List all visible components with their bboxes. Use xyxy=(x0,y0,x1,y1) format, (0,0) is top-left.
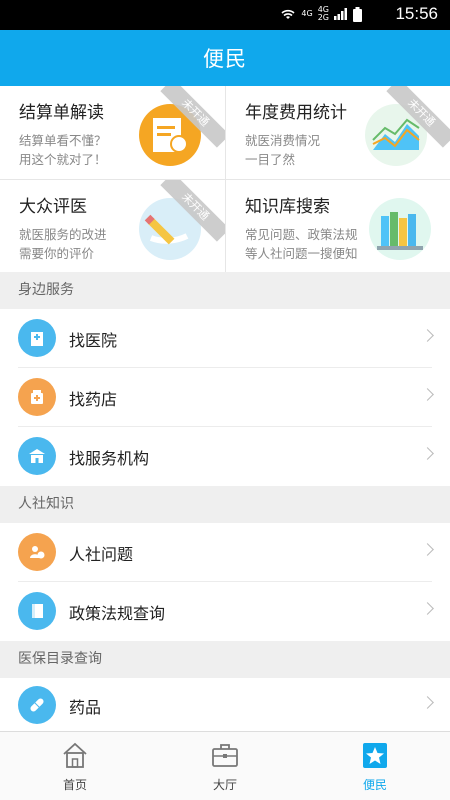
net-label-top: 4G xyxy=(301,9,313,18)
network-indicator: 4G xyxy=(301,10,312,18)
question-people-icon xyxy=(18,533,56,571)
row-find-pharmacy[interactable]: 找药店 xyxy=(0,368,450,427)
row-label: 找医院 xyxy=(69,331,118,350)
row-label: 药品 xyxy=(69,698,102,717)
briefcase-icon xyxy=(212,744,238,767)
nav-label: 大厅 xyxy=(212,778,237,792)
row-label: 找药店 xyxy=(69,390,118,409)
grid-divider-horizontal xyxy=(0,179,450,180)
chevron-right-icon xyxy=(421,447,434,460)
home-icon xyxy=(63,742,87,768)
row-policy-query[interactable]: 政策法规查询 xyxy=(0,582,450,641)
tile-annual-stats[interactable]: 年度费用统计 就医消费情况 一目了然 未开通 xyxy=(226,86,450,179)
tile-settlement[interactable]: 结算单解读 结算单看不懂？ 用这个就对了！ 未开通 xyxy=(0,86,225,179)
receipt-icon xyxy=(139,104,201,166)
row-label: 政策法规查询 xyxy=(69,604,166,623)
page-title: 便民 xyxy=(203,47,247,71)
row-social-questions[interactable]: 人社问题 xyxy=(0,523,450,582)
bottom-nav: 首页 大厅 便民 xyxy=(0,731,450,800)
pharmacy-icon xyxy=(18,378,56,416)
row-label: 人社问题 xyxy=(69,545,134,564)
nav-home[interactable]: 首页 xyxy=(0,732,150,800)
app-bar: 便民 xyxy=(0,30,450,86)
nav-convenience[interactable]: 便民 xyxy=(300,732,450,800)
signal-icon xyxy=(334,8,347,20)
document-icon xyxy=(18,592,56,630)
chevron-right-icon xyxy=(421,543,434,556)
pill-icon xyxy=(18,686,56,724)
section-header-nearby: 身边服务 xyxy=(0,272,450,309)
wifi-icon xyxy=(281,9,295,19)
hospital-icon xyxy=(18,319,56,357)
row-drugs[interactable]: 药品 xyxy=(0,678,450,731)
section-header-knowledge: 人社知识 xyxy=(0,486,450,523)
chevron-right-icon xyxy=(421,388,434,401)
tile-knowledge-search[interactable]: 知识库搜索 常见问题、政策法规 等人社问题一搜便知 xyxy=(226,180,450,273)
tile-public-review[interactable]: 大众评医 就医服务的改进 需要你的评价 未开通 xyxy=(0,180,225,273)
row-label: 找服务机构 xyxy=(69,449,150,468)
chart-icon xyxy=(365,104,427,166)
net-label-bot: 2G xyxy=(317,13,329,22)
books-icon xyxy=(369,198,431,260)
row-find-service-org[interactable]: 找服务机构 xyxy=(0,427,450,486)
section-header-catalog: 医保目录查询 xyxy=(0,641,450,678)
network-indicator-2: 4G 2G xyxy=(318,6,329,22)
battery-icon xyxy=(353,6,362,22)
status-icons: 4G 4G 2G xyxy=(280,6,362,22)
building-icon xyxy=(18,437,56,475)
chevron-right-icon xyxy=(421,696,434,709)
clock: 15:56 xyxy=(395,4,438,23)
chevron-right-icon xyxy=(421,602,434,615)
nav-label: 便民 xyxy=(362,778,387,792)
row-find-hospital[interactable]: 找医院 xyxy=(0,309,450,368)
status-bar: 4G 4G 2G 15:56 xyxy=(0,0,450,30)
chevron-right-icon xyxy=(421,329,434,342)
nav-label: 首页 xyxy=(62,778,87,792)
pen-icon xyxy=(139,198,201,260)
feature-grid: 结算单解读 结算单看不懂？ 用这个就对了！ 未开通 年度费用统计 就医消费情况 … xyxy=(0,86,450,272)
star-icon xyxy=(363,743,387,768)
nav-hall[interactable]: 大厅 xyxy=(150,732,300,800)
